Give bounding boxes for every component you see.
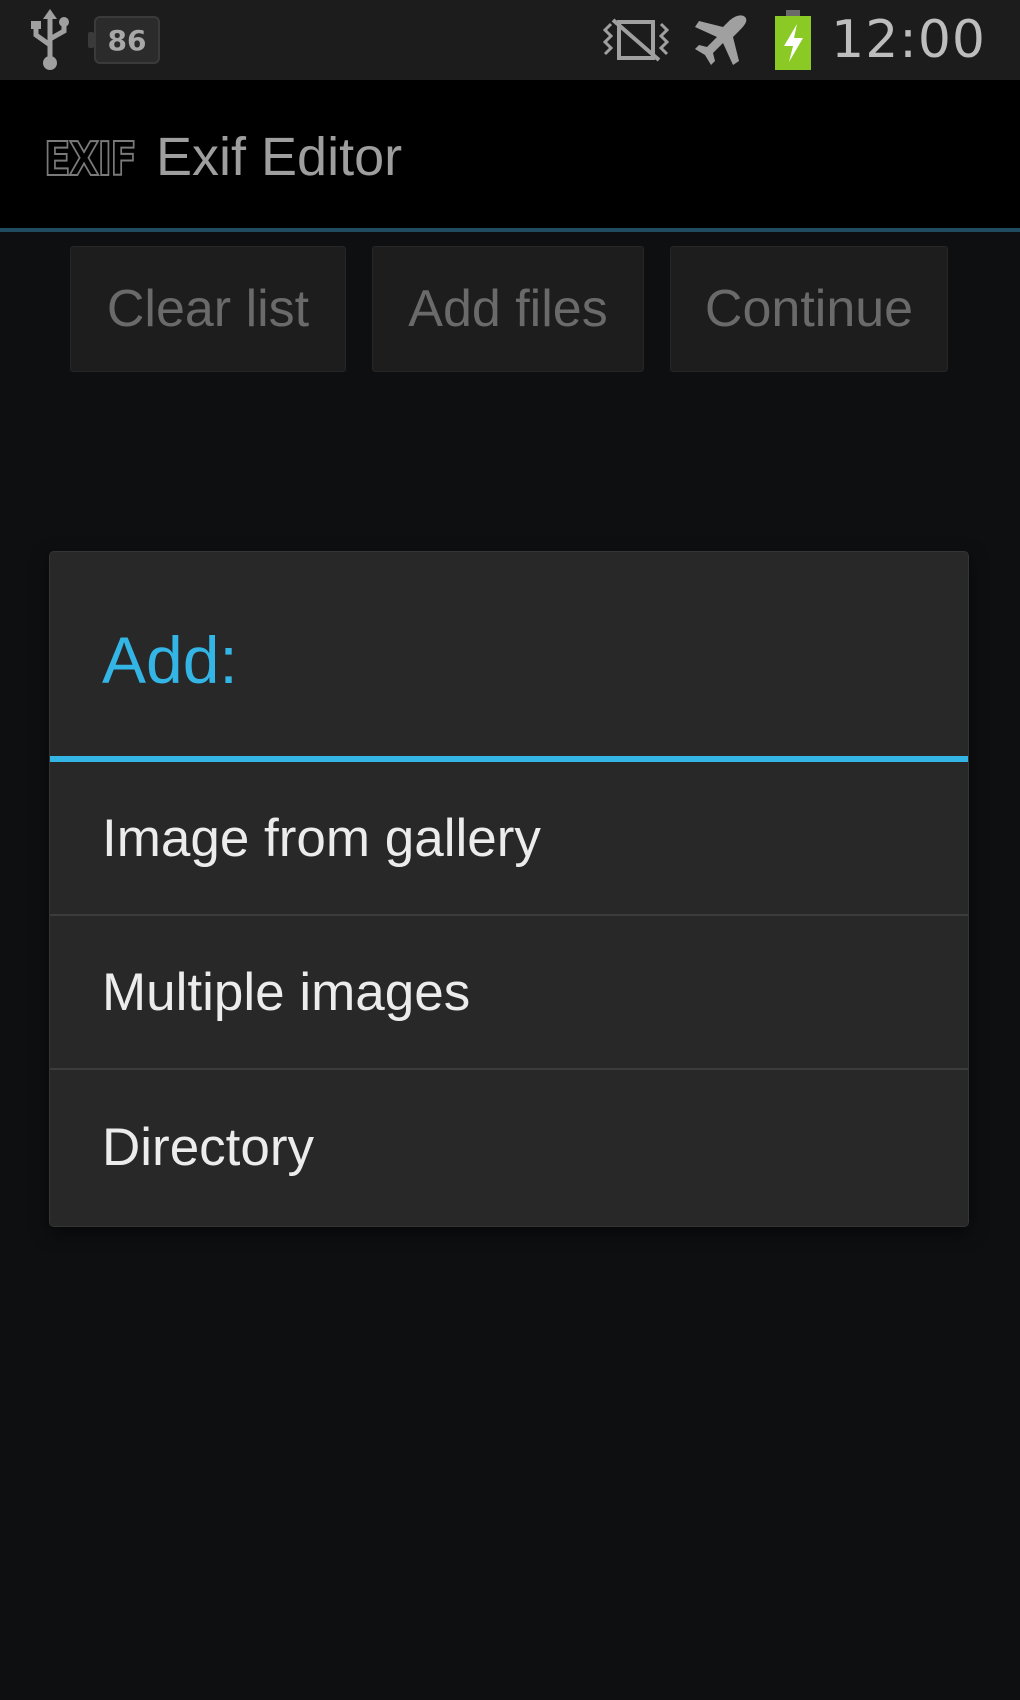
dialog-item-directory[interactable]: Directory bbox=[50, 1070, 968, 1224]
status-bar: 86 12:00 bbox=[0, 0, 1020, 80]
dialog-item-multiple-images[interactable]: Multiple images bbox=[50, 916, 968, 1070]
status-bar-right: 12:00 bbox=[579, 8, 986, 72]
notification-count: 86 bbox=[107, 23, 147, 57]
status-bar-left: 86 bbox=[28, 9, 160, 70]
clear-list-button[interactable]: Clear list bbox=[70, 246, 346, 372]
notification-badge: 86 bbox=[88, 16, 160, 64]
action-bar: EXIF Exif Editor bbox=[0, 80, 1020, 232]
continue-button[interactable]: Continue bbox=[670, 246, 948, 372]
dialog-item-image-from-gallery[interactable]: Image from gallery bbox=[50, 762, 968, 916]
dialog-item-label: Multiple images bbox=[102, 962, 471, 1022]
add-files-button[interactable]: Add files bbox=[372, 246, 644, 372]
clock: 12:00 bbox=[831, 10, 986, 70]
dialog-item-label: Image from gallery bbox=[102, 808, 541, 868]
add-dialog: Add: Image from gallery Multiple images … bbox=[50, 552, 968, 1226]
airplane-mode-icon bbox=[695, 15, 747, 65]
battery-charging-icon bbox=[775, 10, 812, 70]
dialog-title: Add: bbox=[102, 623, 238, 697]
app-logo-icon: EXIF bbox=[43, 131, 138, 187]
vibrate-icon bbox=[603, 18, 670, 62]
usb-icon bbox=[31, 9, 69, 70]
dialog-item-label: Directory bbox=[102, 1117, 315, 1177]
app-title: Exif Editor bbox=[156, 127, 403, 187]
